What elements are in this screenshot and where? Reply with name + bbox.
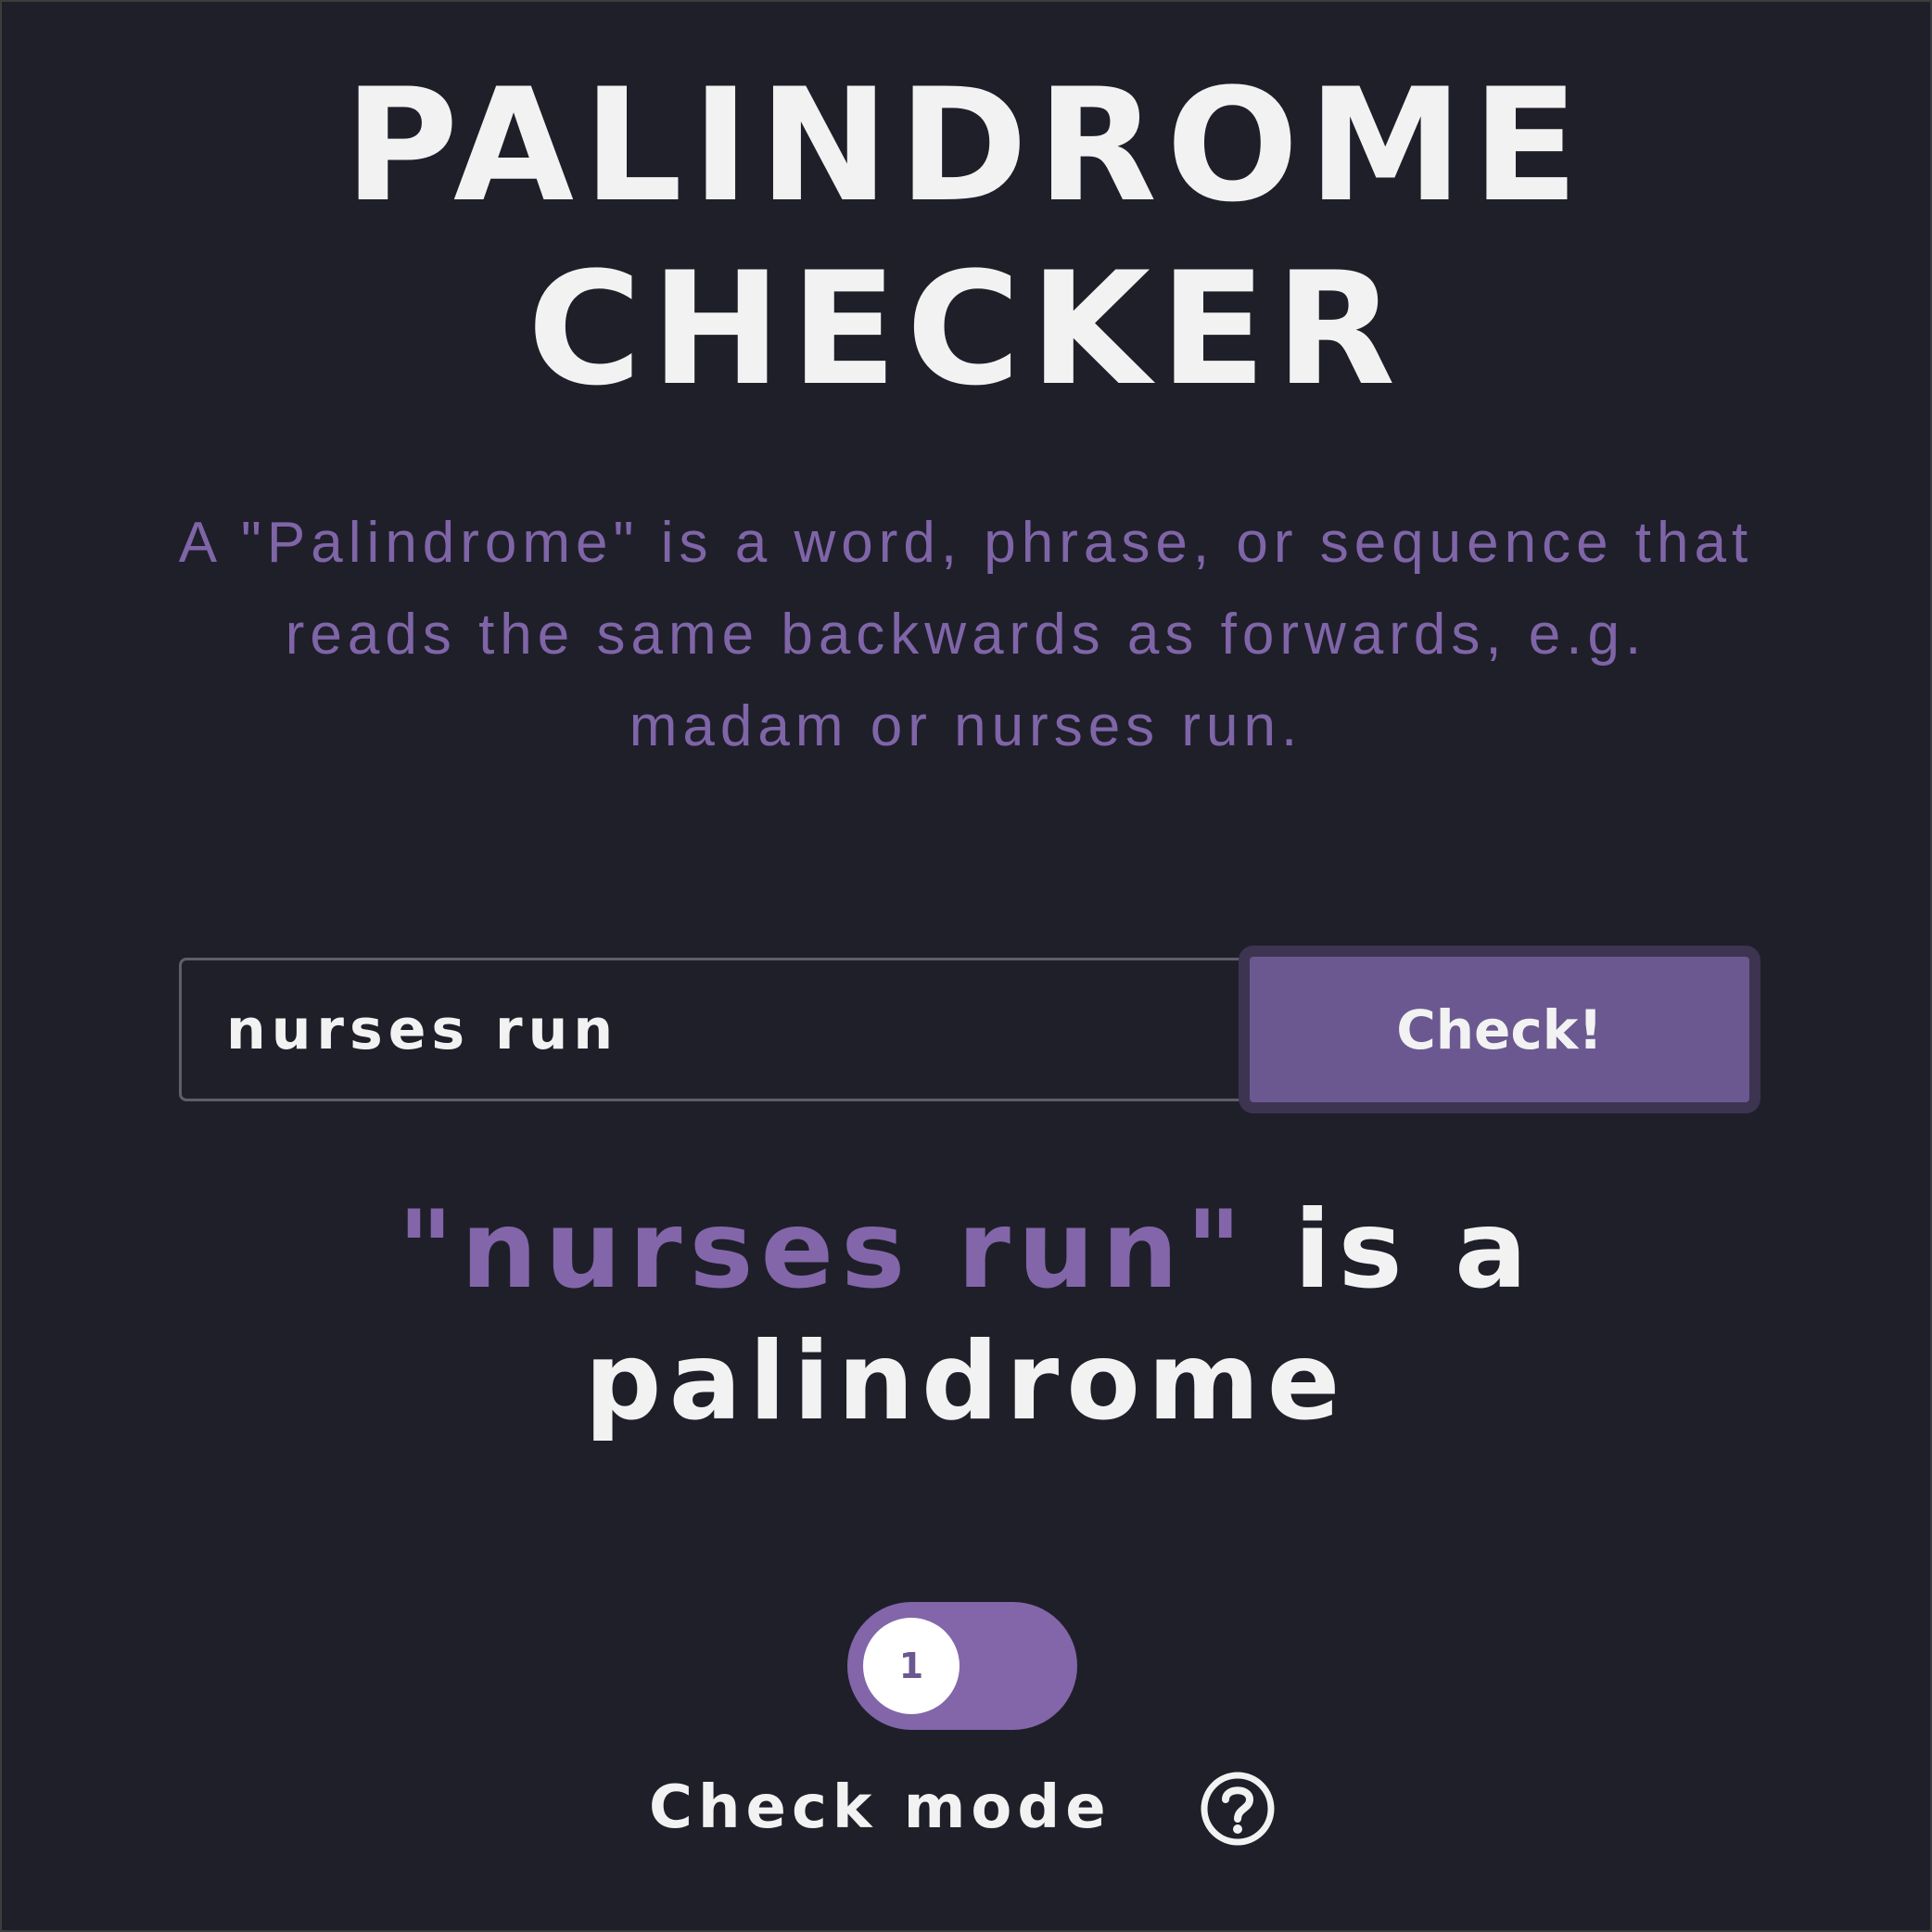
description-text: A "Palindrome" is a word, phrase, or seq…	[178, 511, 1754, 758]
page-title: PALINDROME CHECKER	[0, 54, 1932, 421]
result-message: "nurses run" is a palindrome	[0, 1185, 1932, 1448]
check-button[interactable]: Check!	[1239, 946, 1760, 1113]
title-line-2: CHECKER	[527, 238, 1405, 420]
result-term: "nurses run"	[397, 1188, 1250, 1313]
toggle-knob: 1	[863, 1618, 960, 1714]
palindrome-input[interactable]	[179, 958, 1251, 1101]
title-line-1: PALINDROME	[344, 55, 1588, 236]
question-circle-icon[interactable]	[1200, 1771, 1276, 1847]
check-mode-label: Check mode	[649, 1773, 1112, 1842]
check-mode-toggle[interactable]: 1	[847, 1602, 1077, 1730]
